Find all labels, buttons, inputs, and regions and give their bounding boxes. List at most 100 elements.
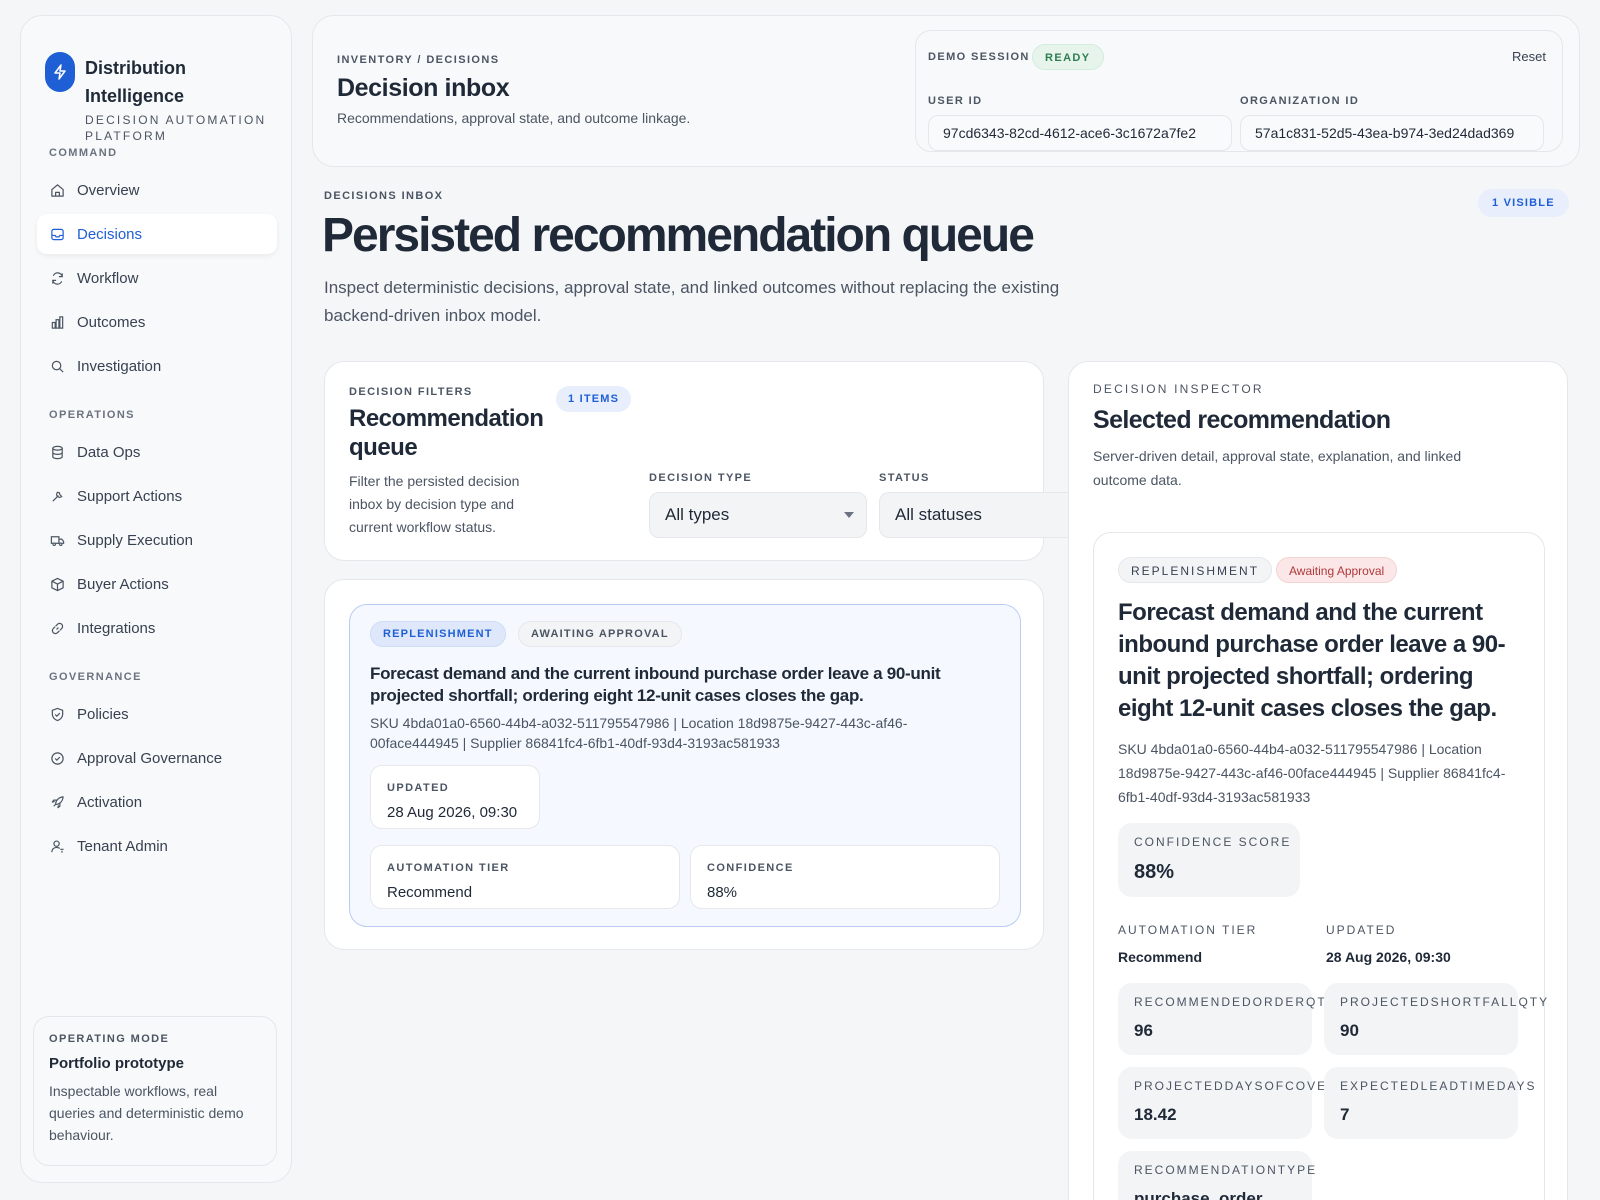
inspector-eyebrow: DECISION INSPECTOR <box>1093 382 1264 396</box>
nav-section-governance: GOVERNANCE <box>49 671 142 683</box>
nav-item-data-ops[interactable]: Data Ops <box>37 432 277 472</box>
decision-type-select[interactable]: All types <box>649 492 867 538</box>
search-icon <box>49 358 65 374</box>
decision-filters-card: DECISION FILTERS Recommendation queue 1 … <box>324 361 1069 561</box>
link-icon <box>49 620 65 636</box>
refresh-icon <box>49 270 65 286</box>
automation-tier-box: AUTOMATION TIER Recommend <box>370 845 680 909</box>
operating-mode-eyebrow: OPERATING MODE <box>49 1033 170 1045</box>
nav-item-workflow[interactable]: Workflow <box>37 258 277 298</box>
filters-title: Recommendation queue <box>349 405 544 461</box>
sidebar: Distribution Intelligence DECISION AUTOM… <box>20 15 292 1183</box>
reset-button[interactable]: Reset <box>1512 49 1546 64</box>
confidence-score-value: 88% <box>1134 861 1175 883</box>
hero-description: Inspect deterministic decisions, approva… <box>324 278 1060 325</box>
nav-item-label: Workflow <box>77 269 139 287</box>
automation-tier-label: AUTOMATION TIER <box>387 862 510 874</box>
operating-mode-description: Inspectable workflows, real queries and … <box>49 1083 244 1143</box>
nav-item-buyer-actions[interactable]: Buyer Actions <box>37 564 277 604</box>
nav-item-integrations[interactable]: Integrations <box>37 608 277 648</box>
metric-label: EXPECTEDLEADTIMEDAYS <box>1340 1079 1537 1093</box>
nav-item-approval-governance[interactable]: Approval Governance <box>37 738 277 778</box>
check-circle-icon <box>49 750 65 766</box>
updated-value: 28 Aug 2026, 09:30 <box>387 804 518 821</box>
metric-value: 90 <box>1340 1021 1359 1040</box>
metric-box: RECOMMENDATIONTYPE purchase_order <box>1118 1151 1315 1200</box>
nav-item-label: Data Ops <box>77 443 141 461</box>
package-icon <box>49 576 65 592</box>
status-badge: AWAITING APPROVAL <box>518 621 682 647</box>
nav-item-overview[interactable]: Overview <box>37 170 277 210</box>
hero-eyebrow: DECISIONS INBOX <box>324 190 444 202</box>
updated-box: UPDATED 28 Aug 2026, 09:30 <box>370 765 540 829</box>
nav-item-support-actions[interactable]: Support Actions <box>37 476 277 516</box>
metric-box: PROJECTEDDAYSOFCOVER 18.42 <box>1118 1067 1336 1139</box>
confidence-box: CONFIDENCE 88% <box>690 845 1000 909</box>
status-badge: READY <box>1032 44 1104 70</box>
nav-section-operations: OPERATIONS <box>49 409 135 421</box>
inspector-title: Selected recommendation <box>1093 406 1391 434</box>
nav-item-tenant-admin[interactable]: Tenant Admin <box>37 826 277 866</box>
inspector-description: Server-driven detail, approval state, ex… <box>1093 448 1462 488</box>
metric-box: PROJECTEDSHORTFALLQTY 90 <box>1324 983 1547 1055</box>
page-title: Decision inbox <box>337 74 510 102</box>
confidence-label: CONFIDENCE <box>707 862 794 874</box>
user-id-label: USER ID <box>928 95 983 107</box>
list-item[interactable]: REPLENISHMENT AWAITING APPROVAL Forecast… <box>349 604 1021 927</box>
filters-description: Filter the persisted decision inbox by d… <box>349 473 520 535</box>
demo-session-panel: DEMO SESSION READY Reset USER ID ORGANIZ… <box>915 30 1563 152</box>
decision-type-badge: REPLENISHMENT <box>370 621 506 647</box>
brand-tagline: DECISION AUTOMATION PLATFORM <box>85 113 267 143</box>
shield-icon <box>49 706 65 722</box>
metric-value: purchase_order <box>1134 1189 1263 1200</box>
status-select[interactable]: All statuses <box>879 492 1069 538</box>
metric-value: 18.42 <box>1134 1105 1177 1124</box>
nav-item-decisions[interactable]: Decisions <box>37 214 277 254</box>
inbox-icon <box>49 226 65 242</box>
metric-box: EXPECTEDLEADTIMEDAYS 7 <box>1324 1067 1534 1139</box>
nav-item-label: Policies <box>77 705 129 723</box>
confidence-score-box: CONFIDENCE SCORE 88% <box>1118 823 1300 897</box>
recommendation-queue: REPLENISHMENT AWAITING APPROVAL Forecast… <box>324 579 1044 950</box>
metric-label: PROJECTEDDAYSOFCOVER <box>1134 1079 1338 1093</box>
inspector-detail-card: REPLENISHMENT Awaiting Approval Forecast… <box>1093 532 1547 1200</box>
nav-item-label: Decisions <box>77 225 143 243</box>
metric-value: 96 <box>1134 1021 1153 1040</box>
database-icon <box>49 444 65 460</box>
tool-icon <box>49 488 65 504</box>
home-icon <box>49 182 65 198</box>
operating-mode-card: OPERATING MODE Portfolio prototype Inspe… <box>33 1016 277 1166</box>
inspector-recommendation-meta: SKU 4bda01a0-6560-44b4-a032-511795547986… <box>1118 741 1506 805</box>
nav-section-command: COMMAND <box>49 147 118 159</box>
nav-item-activation[interactable]: Activation <box>37 782 277 822</box>
metric-label: RECOMMENDEDORDERQTY <box>1134 995 1337 1009</box>
nav-item-label: Outcomes <box>77 313 146 331</box>
page-header: INVENTORY / DECISIONS Decision inbox Rec… <box>312 15 1580 167</box>
confidence-score-label: CONFIDENCE SCORE <box>1134 835 1292 849</box>
recommendation-meta: SKU 4bda01a0-6560-44b4-a032-511795547986… <box>370 715 908 751</box>
nav-item-label: Overview <box>77 181 140 199</box>
organization-id-field[interactable] <box>1240 115 1544 151</box>
truck-icon <box>49 532 65 548</box>
decision-type-label: DECISION TYPE <box>649 472 753 484</box>
metric-box: RECOMMENDEDORDERQTY 96 <box>1118 983 1335 1055</box>
page-subtitle: Recommendations, approval state, and out… <box>337 110 691 126</box>
updated-value: 28 Aug 2026, 09:30 <box>1326 949 1451 965</box>
nav-item-investigation[interactable]: Investigation <box>37 346 277 386</box>
hero-title: Persisted recommendation queue <box>322 209 1035 262</box>
nav-item-policies[interactable]: Policies <box>37 694 277 734</box>
status-label: STATUS <box>879 472 930 484</box>
nav-item-label: Support Actions <box>77 487 183 505</box>
user-id-field[interactable] <box>928 115 1232 151</box>
nav-item-label: Investigation <box>77 357 162 375</box>
breadcrumb: INVENTORY / DECISIONS <box>337 54 500 66</box>
nav-item-supply-execution[interactable]: Supply Execution <box>37 520 277 560</box>
demo-session-label: DEMO SESSION <box>928 51 1030 63</box>
metric-label: RECOMMENDATIONTYPE <box>1134 1163 1318 1177</box>
operating-mode-title: Portfolio prototype <box>49 1055 184 1072</box>
status-value: All statuses <box>895 505 982 524</box>
inspector-recommendation-title: Forecast demand and the current inbound … <box>1118 599 1506 722</box>
updated-label: UPDATED <box>1326 923 1397 937</box>
nav-item-outcomes[interactable]: Outcomes <box>37 302 277 342</box>
nav-item-label: Tenant Admin <box>77 837 168 855</box>
